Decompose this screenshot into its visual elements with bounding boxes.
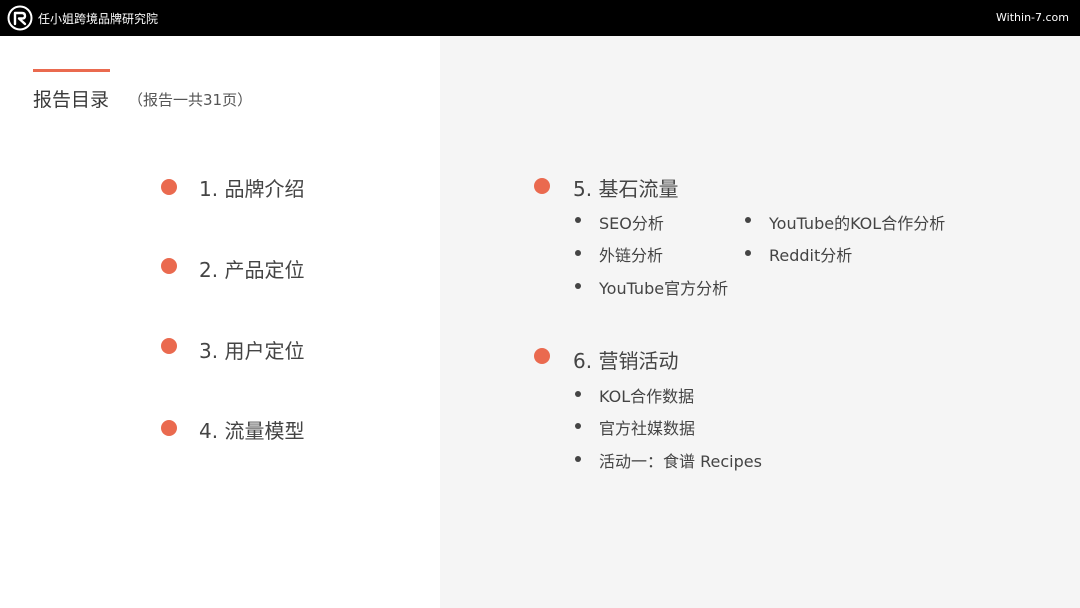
subitem-backlinks[interactable]: 外链分析	[599, 242, 663, 266]
item-marker	[161, 179, 177, 195]
toc-item-4[interactable]: 4. 流量模型	[199, 415, 304, 444]
site-url[interactable]: Within-7.com	[996, 11, 1069, 24]
bullet	[575, 217, 581, 223]
bullet	[575, 391, 581, 397]
top-bar: 任小姐跨境品牌研究院 Within-7.com	[0, 0, 1080, 36]
toc-item-1[interactable]: 1. 品牌介绍	[199, 173, 304, 202]
subitem-kol-data[interactable]: KOL合作数据	[599, 383, 694, 407]
page-title: 报告目录	[33, 89, 110, 111]
item-marker	[534, 348, 550, 364]
bullet	[575, 283, 581, 289]
toc-item-6[interactable]: 6. 营销活动	[573, 345, 678, 374]
subitem-social-data[interactable]: 官方社媒数据	[599, 415, 695, 439]
item-marker	[161, 338, 177, 354]
subitem-reddit[interactable]: Reddit分析	[769, 242, 852, 266]
bullet	[745, 217, 751, 223]
title-accent-line	[33, 69, 110, 72]
subitem-seo[interactable]: SEO分析	[599, 210, 664, 234]
subitem-youtube-kol[interactable]: YouTube的KOL合作分析	[769, 210, 945, 234]
bullet	[575, 456, 581, 462]
right-panel	[440, 36, 1080, 608]
bullet	[575, 423, 581, 429]
item-marker	[161, 258, 177, 274]
brand-name: 任小姐跨境品牌研究院	[38, 12, 159, 26]
toc-item-5[interactable]: 5. 基石流量	[573, 173, 678, 202]
item-marker	[161, 420, 177, 436]
brand-logo-icon	[7, 5, 33, 31]
toc-item-2[interactable]: 2. 产品定位	[199, 254, 304, 283]
subitem-campaign-recipes[interactable]: 活动一：食谱 Recipes	[599, 448, 762, 472]
page-subtitle: （报告一共31页）	[128, 91, 253, 109]
subitem-youtube-official[interactable]: YouTube官方分析	[599, 275, 728, 299]
item-marker	[534, 178, 550, 194]
bullet	[745, 250, 751, 256]
toc-item-3[interactable]: 3. 用户定位	[199, 335, 304, 364]
bullet	[575, 250, 581, 256]
